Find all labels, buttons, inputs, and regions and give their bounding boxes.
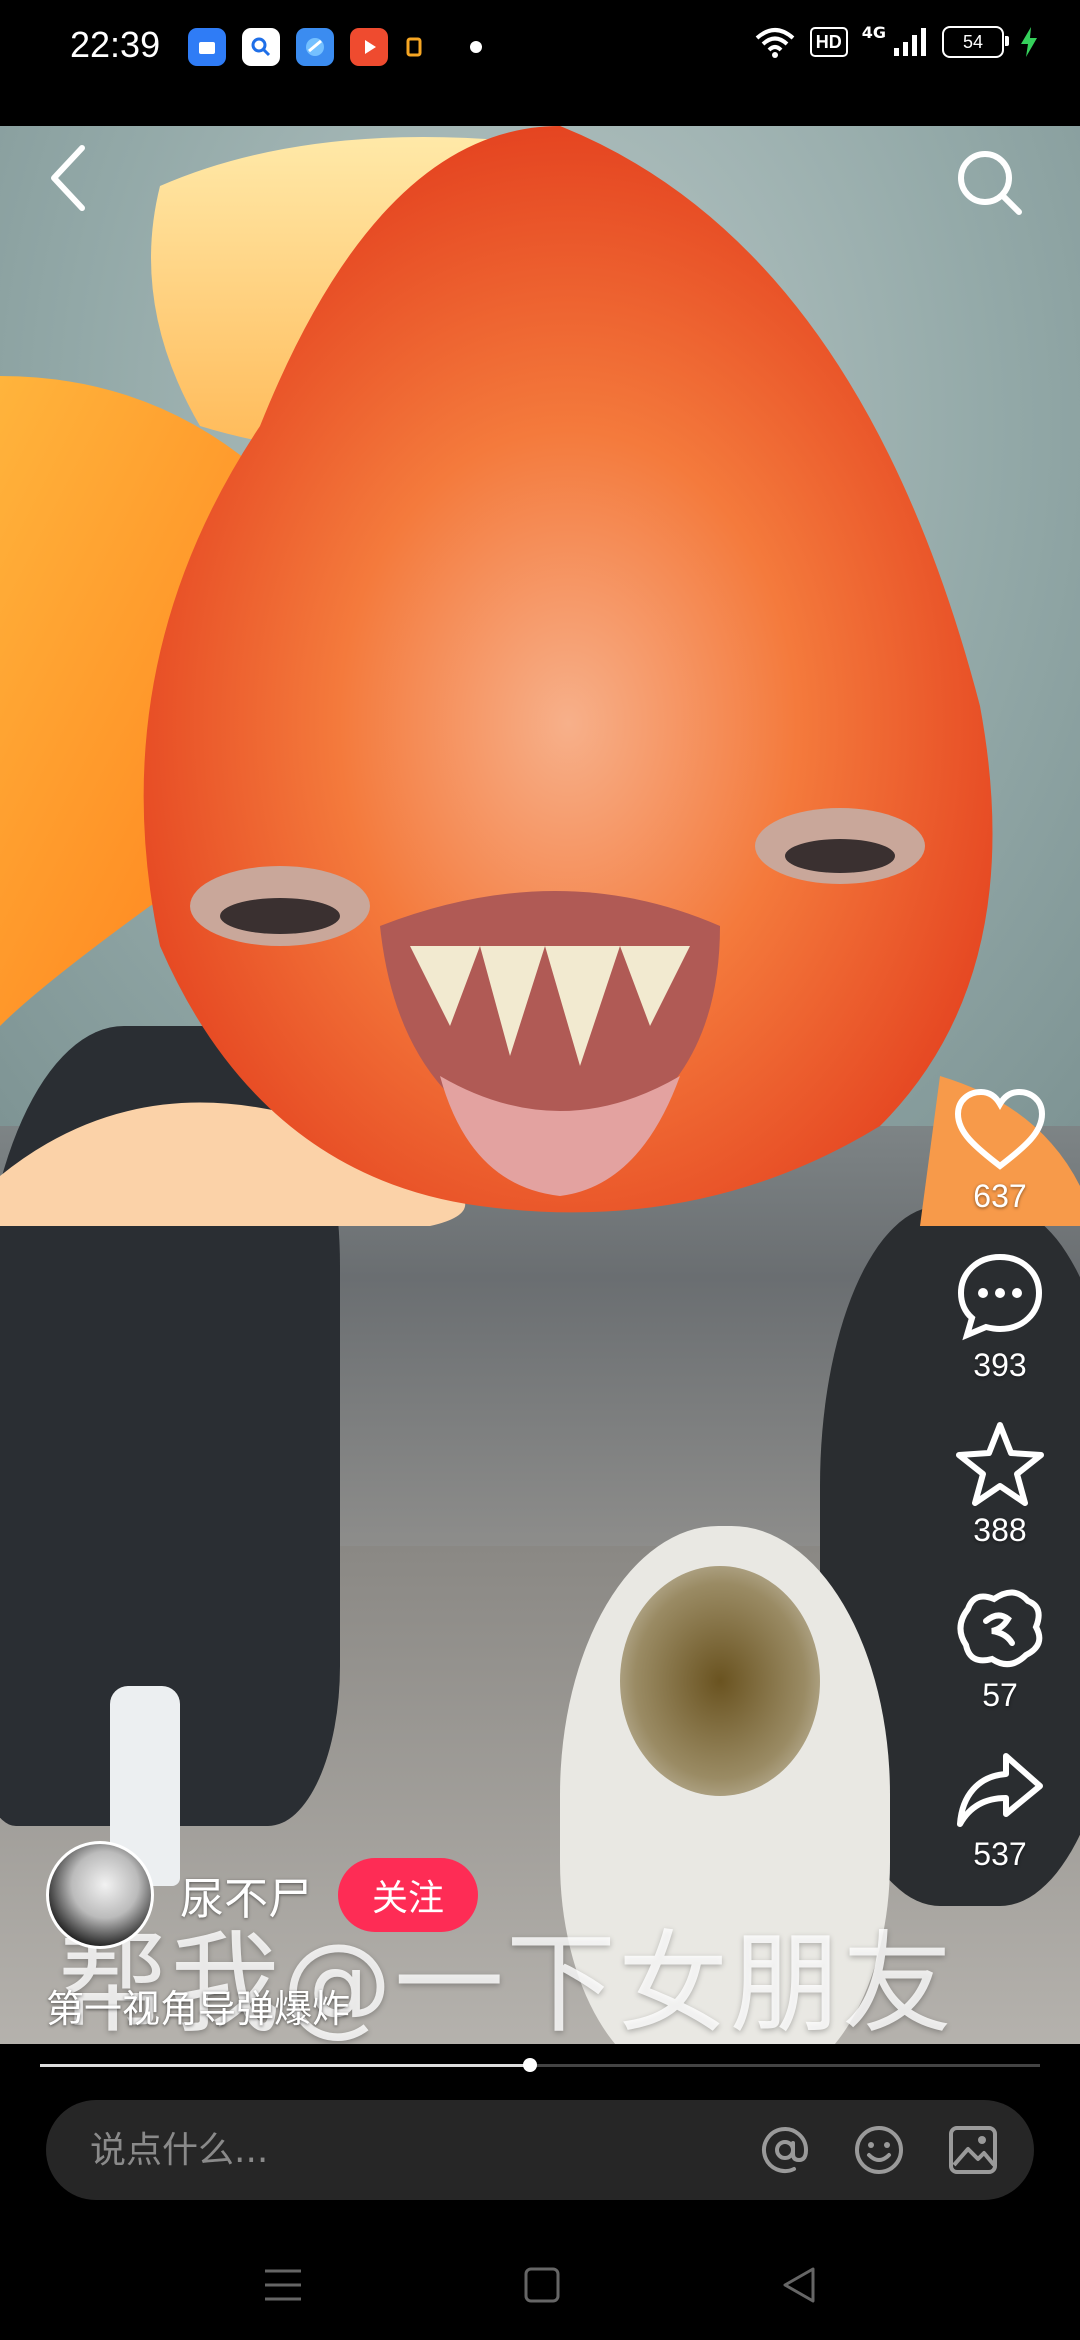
screen: 22:39 HD 4G 54 帮我@一下女朋友 637 393 388 57 5… bbox=[0, 0, 1080, 2340]
comment-count: 393 bbox=[973, 1347, 1027, 1383]
heart-icon bbox=[954, 1088, 1046, 1170]
network-label: 4G bbox=[861, 22, 886, 42]
home-icon[interactable] bbox=[523, 2266, 561, 2304]
search-app-icon bbox=[242, 28, 280, 66]
star-icon bbox=[956, 1422, 1044, 1506]
small-app-icon bbox=[404, 28, 424, 66]
author-row: 尿不尸 关注 bbox=[46, 1840, 479, 1950]
notification-app-icons bbox=[188, 28, 482, 66]
wifi-icon bbox=[755, 28, 795, 58]
image-icon[interactable] bbox=[946, 2123, 1000, 2177]
mention-icon[interactable] bbox=[758, 2123, 812, 2177]
video-progress-fill bbox=[40, 2064, 530, 2067]
notification-dot-icon bbox=[470, 41, 482, 53]
video-player[interactable]: 帮我@一下女朋友 bbox=[0, 126, 1080, 2044]
comment-input[interactable] bbox=[46, 2128, 758, 2172]
battery-icon: 54 bbox=[942, 26, 1009, 58]
hd-badge: HD bbox=[809, 27, 848, 57]
author-name[interactable]: 尿不尸 bbox=[180, 1863, 312, 1927]
video-progress-thumb[interactable] bbox=[523, 2058, 537, 2072]
signal-icon bbox=[894, 28, 926, 56]
goldfish-face-image bbox=[0, 126, 1080, 1226]
favorite-button[interactable]: 388 bbox=[940, 1420, 1060, 1549]
status-right: HD 4G 54 bbox=[754, 22, 1040, 58]
blue-app-icon bbox=[188, 28, 226, 66]
search-icon[interactable] bbox=[955, 148, 1025, 218]
follow-button[interactable]: 关注 bbox=[338, 1858, 479, 1932]
video-toilet-stain bbox=[620, 1566, 820, 1796]
browser-app-icon bbox=[296, 28, 334, 66]
gift-icon bbox=[957, 1589, 1043, 1668]
gift-count: 57 bbox=[982, 1677, 1018, 1713]
share-count: 537 bbox=[973, 1836, 1027, 1872]
back-nav-icon[interactable] bbox=[781, 2265, 817, 2305]
like-count: 637 bbox=[973, 1178, 1027, 1214]
author-avatar[interactable] bbox=[46, 1841, 154, 1949]
comment-bar bbox=[46, 2100, 1034, 2200]
comment-button[interactable]: 393 bbox=[940, 1251, 1060, 1384]
like-button[interactable]: 637 bbox=[940, 1088, 1060, 1215]
video-app-icon bbox=[350, 28, 388, 66]
video-description: 第一视角导弹爆炸 bbox=[46, 1987, 351, 2031]
favorite-count: 388 bbox=[973, 1512, 1027, 1548]
comment-bar-icons bbox=[758, 2123, 1000, 2177]
side-action-column: 637 393 388 57 537 bbox=[940, 1088, 1060, 1909]
status-time: 22:39 bbox=[70, 24, 161, 65]
back-icon[interactable] bbox=[40, 138, 100, 218]
emoji-icon[interactable] bbox=[852, 2123, 906, 2177]
menu-icon[interactable] bbox=[263, 2267, 303, 2303]
battery-level: 54 bbox=[962, 31, 984, 52]
share-button[interactable]: 537 bbox=[940, 1750, 1060, 1873]
video-progress-bar[interactable] bbox=[40, 2058, 1040, 2072]
share-icon bbox=[957, 1753, 1043, 1827]
charging-icon bbox=[1021, 27, 1037, 57]
system-nav-bar bbox=[0, 2230, 1080, 2340]
comment-icon bbox=[957, 1253, 1043, 1341]
status-bar: 22:39 HD 4G 54 bbox=[0, 0, 1080, 126]
gift-button[interactable]: 57 bbox=[940, 1585, 1060, 1714]
